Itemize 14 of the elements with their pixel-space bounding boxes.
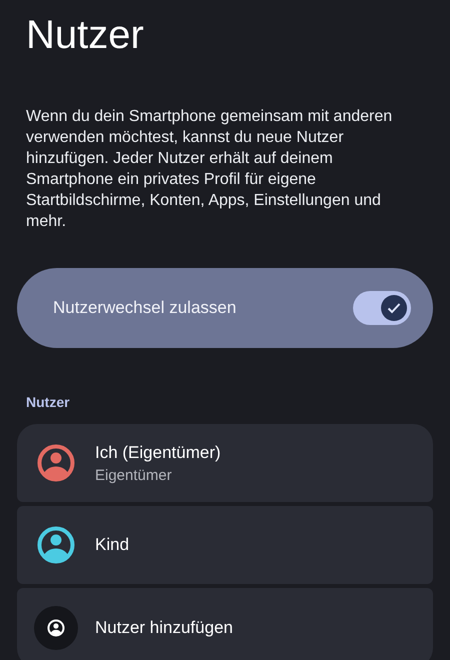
list-item[interactable]: Kind bbox=[17, 506, 433, 584]
switch-label: Nutzerwechsel zulassen bbox=[53, 298, 236, 318]
list-item[interactable]: Nutzer hinzufügen bbox=[17, 588, 433, 660]
user-name: Kind bbox=[95, 535, 130, 555]
list-item[interactable]: Ich (Eigentümer) Eigentümer bbox=[17, 424, 433, 502]
toggle-switch[interactable] bbox=[353, 291, 411, 325]
check-icon bbox=[387, 302, 401, 314]
page-title: Nutzer bbox=[26, 12, 145, 58]
description-text: Wenn du dein Smartphone gemeinsam mit anderen verwenden möchtest, kannst du neue Nutzer hinzufügen. Jeder Nutzer erhält auf deinem Smartphone ein privates Profil für eigene Startbildschirme, Konten, Apps, Einstellungen und mehr. bbox=[26, 107, 394, 232]
add-user-icon bbox=[34, 606, 78, 650]
user-name: Ich (Eigentümer) bbox=[95, 442, 221, 462]
section-heading: Nutzer bbox=[26, 394, 71, 410]
user-name: Nutzer hinzufügen bbox=[95, 618, 233, 638]
user-role: Eigentümer bbox=[95, 466, 173, 484]
